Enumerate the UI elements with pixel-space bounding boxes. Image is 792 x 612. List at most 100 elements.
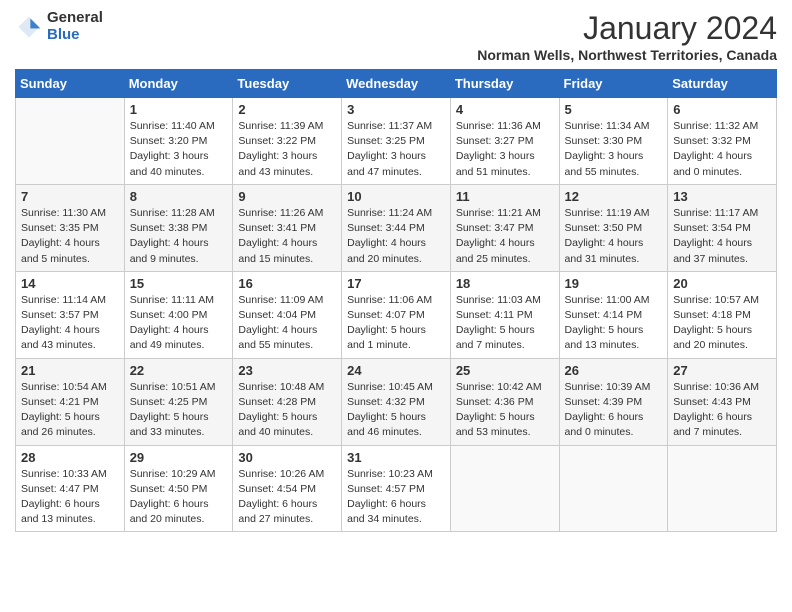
day-info: Sunrise: 10:29 AMSunset: 4:50 PMDaylight… — [130, 467, 228, 528]
day-info: Sunrise: 10:33 AMSunset: 4:47 PMDaylight… — [21, 467, 119, 528]
day-number: 21 — [21, 363, 119, 378]
day-number: 22 — [130, 363, 228, 378]
logo: General Blue — [15, 10, 103, 43]
day-cell: 2Sunrise: 11:39 AMSunset: 3:22 PMDayligh… — [233, 98, 342, 185]
day-info: Sunrise: 11:00 AMSunset: 4:14 PMDaylight… — [565, 293, 663, 354]
day-cell: 24Sunrise: 10:45 AMSunset: 4:32 PMDaylig… — [342, 358, 451, 445]
week-row-5: 28 Sunrise: 10:33 AMSunset: 4:47 PMDaylig… — [16, 445, 777, 532]
day-info: Sunrise: 11:39 AMSunset: 3:22 PMDaylight… — [238, 119, 336, 180]
day-info: Sunrise: 11:11 AMSunset: 4:00 PMDaylight… — [130, 293, 228, 354]
day-info: Sunrise: 11:03 AMSunset: 4:11 PMDaylight… — [456, 293, 554, 354]
month-title: January 2024 — [477, 10, 777, 47]
day-info: Sunrise: 10:57 AMSunset: 4:18 PMDaylight… — [673, 293, 771, 354]
day-number: 6 — [673, 102, 771, 117]
day-info: Sunrise: 11:30 AMSunset: 3:35 PMDaylight… — [21, 206, 119, 267]
week-row-4: 21 Sunrise: 10:54 AMSunset: 4:21 PMDaylig… — [16, 358, 777, 445]
day-number: 3 — [347, 102, 445, 117]
day-cell: 12Sunrise: 11:19 AMSunset: 3:50 PMDaylig… — [559, 184, 668, 271]
weekday-header-tuesday: Tuesday — [233, 70, 342, 98]
day-number: 1 — [130, 102, 228, 117]
day-number: 19 — [565, 276, 663, 291]
day-cell: 25Sunrise: 10:42 AMSunset: 4:36 PMDaylig… — [450, 358, 559, 445]
logo-blue: Blue — [47, 27, 103, 44]
day-cell: 13 Sunrise: 11:17 AMSunset: 3:54 PMDaylig… — [668, 184, 777, 271]
day-info: Sunrise: 11:17 AMSunset: 3:54 PMDaylight… — [673, 206, 771, 267]
day-cell: 19 Sunrise: 11:00 AMSunset: 4:14 PMDaylig… — [559, 271, 668, 358]
day-info: Sunrise: 11:40 AMSunset: 3:20 PMDaylight… — [130, 119, 228, 180]
week-row-3: 14Sunrise: 11:14 AMSunset: 3:57 PMDaylig… — [16, 271, 777, 358]
weekday-header-wednesday: Wednesday — [342, 70, 451, 98]
day-cell: 1 Sunrise: 11:40 AMSunset: 3:20 PMDayligh… — [124, 98, 233, 185]
day-cell: 26 Sunrise: 10:39 AMSunset: 4:39 PMDaylig… — [559, 358, 668, 445]
day-cell: 10Sunrise: 11:24 AMSunset: 3:44 PMDaylig… — [342, 184, 451, 271]
day-info: Sunrise: 11:06 AMSunset: 4:07 PMDaylight… — [347, 293, 445, 354]
day-cell: 29 Sunrise: 10:29 AMSunset: 4:50 PMDaylig… — [124, 445, 233, 532]
day-info: Sunrise: 11:36 AMSunset: 3:27 PMDaylight… — [456, 119, 554, 180]
logo-general: General — [47, 10, 103, 27]
day-cell: 30Sunrise: 10:26 AMSunset: 4:54 PMDaylig… — [233, 445, 342, 532]
day-info: Sunrise: 11:26 AMSunset: 3:41 PMDaylight… — [238, 206, 336, 267]
day-cell: 16 Sunrise: 11:09 AMSunset: 4:04 PMDaylig… — [233, 271, 342, 358]
day-number: 26 — [565, 363, 663, 378]
day-number: 16 — [238, 276, 336, 291]
day-cell: 22 Sunrise: 10:51 AMSunset: 4:25 PMDaylig… — [124, 358, 233, 445]
day-cell: 15Sunrise: 11:11 AMSunset: 4:00 PMDaylig… — [124, 271, 233, 358]
weekday-header-friday: Friday — [559, 70, 668, 98]
logo-icon — [15, 13, 43, 41]
day-number: 24 — [347, 363, 445, 378]
weekday-header-monday: Monday — [124, 70, 233, 98]
day-number: 9 — [238, 189, 336, 204]
day-info: Sunrise: 10:54 AMSunset: 4:21 PMDaylight… — [21, 380, 119, 441]
day-cell: 9 Sunrise: 11:26 AMSunset: 3:41 PMDayligh… — [233, 184, 342, 271]
day-number: 4 — [456, 102, 554, 117]
day-cell — [668, 445, 777, 532]
day-number: 20 — [673, 276, 771, 291]
day-info: Sunrise: 10:48 AMSunset: 4:28 PMDaylight… — [238, 380, 336, 441]
day-info: Sunrise: 11:09 AMSunset: 4:04 PMDaylight… — [238, 293, 336, 354]
day-info: Sunrise: 10:51 AMSunset: 4:25 PMDaylight… — [130, 380, 228, 441]
day-number: 17 — [347, 276, 445, 291]
day-cell — [559, 445, 668, 532]
day-number: 29 — [130, 450, 228, 465]
day-cell: 31 Sunrise: 10:23 AMSunset: 4:57 PMDaylig… — [342, 445, 451, 532]
day-number: 23 — [238, 363, 336, 378]
day-info: Sunrise: 11:34 AMSunset: 3:30 PMDaylight… — [565, 119, 663, 180]
day-cell: 4 Sunrise: 11:36 AMSunset: 3:27 PMDayligh… — [450, 98, 559, 185]
day-cell: 21 Sunrise: 10:54 AMSunset: 4:21 PMDaylig… — [16, 358, 125, 445]
day-cell: 18 Sunrise: 11:03 AMSunset: 4:11 PMDaylig… — [450, 271, 559, 358]
day-number: 7 — [21, 189, 119, 204]
weekday-header-sunday: Sunday — [16, 70, 125, 98]
week-row-2: 7 Sunrise: 11:30 AMSunset: 3:35 PMDayligh… — [16, 184, 777, 271]
day-cell: 3Sunrise: 11:37 AMSunset: 3:25 PMDayligh… — [342, 98, 451, 185]
calendar-table: SundayMondayTuesdayWednesdayThursdayFrid… — [15, 69, 777, 532]
day-info: Sunrise: 11:21 AMSunset: 3:47 PMDaylight… — [456, 206, 554, 267]
day-cell: 8 Sunrise: 11:28 AMSunset: 3:38 PMDayligh… — [124, 184, 233, 271]
day-info: Sunrise: 10:39 AMSunset: 4:39 PMDaylight… — [565, 380, 663, 441]
page-header: General Blue January 2024 Norman Wells, … — [15, 10, 777, 63]
day-cell: 6 Sunrise: 11:32 AMSunset: 3:32 PMDayligh… — [668, 98, 777, 185]
day-info: Sunrise: 11:14 AMSunset: 3:57 PMDaylight… — [21, 293, 119, 354]
day-info: Sunrise: 11:28 AMSunset: 3:38 PMDaylight… — [130, 206, 228, 267]
day-cell: 5 Sunrise: 11:34 AMSunset: 3:30 PMDayligh… — [559, 98, 668, 185]
day-number: 31 — [347, 450, 445, 465]
day-number: 13 — [673, 189, 771, 204]
day-cell: 17 Sunrise: 11:06 AMSunset: 4:07 PMDaylig… — [342, 271, 451, 358]
location-subtitle: Norman Wells, Northwest Territories, Can… — [477, 47, 777, 63]
title-block: January 2024 Norman Wells, Northwest Ter… — [477, 10, 777, 63]
day-number: 10 — [347, 189, 445, 204]
week-row-1: 1 Sunrise: 11:40 AMSunset: 3:20 PMDayligh… — [16, 98, 777, 185]
day-info: Sunrise: 11:32 AMSunset: 3:32 PMDaylight… — [673, 119, 771, 180]
day-number: 5 — [565, 102, 663, 117]
day-number: 28 — [21, 450, 119, 465]
day-number: 27 — [673, 363, 771, 378]
day-cell: 11 Sunrise: 11:21 AMSunset: 3:47 PMDaylig… — [450, 184, 559, 271]
day-number: 11 — [456, 189, 554, 204]
day-number: 25 — [456, 363, 554, 378]
day-info: Sunrise: 10:23 AMSunset: 4:57 PMDaylight… — [347, 467, 445, 528]
day-cell: 27Sunrise: 10:36 AMSunset: 4:43 PMDaylig… — [668, 358, 777, 445]
day-cell: 28 Sunrise: 10:33 AMSunset: 4:47 PMDaylig… — [16, 445, 125, 532]
day-number: 8 — [130, 189, 228, 204]
day-number: 18 — [456, 276, 554, 291]
day-number: 30 — [238, 450, 336, 465]
day-cell: 7 Sunrise: 11:30 AMSunset: 3:35 PMDayligh… — [16, 184, 125, 271]
